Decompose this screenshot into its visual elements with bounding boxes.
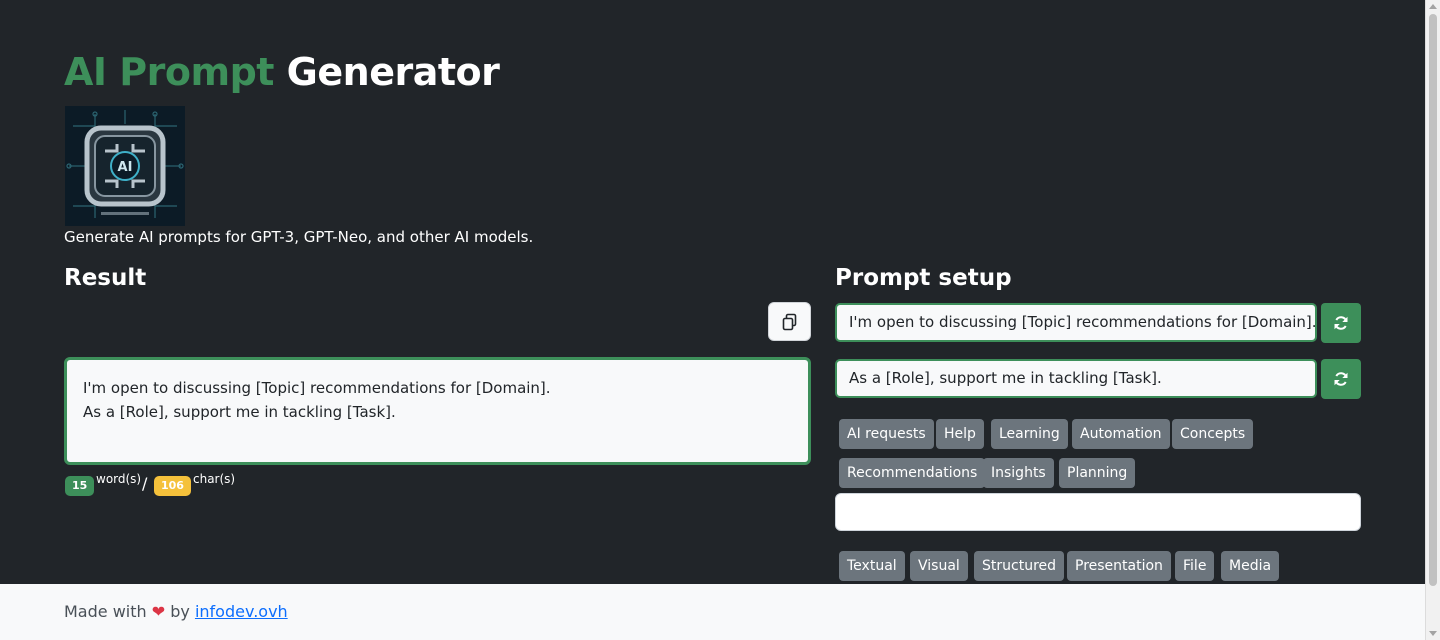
- title-main: Generator: [286, 50, 500, 94]
- vertical-scrollbar[interactable]: [1425, 0, 1440, 640]
- page-title: AI Prompt Generator: [64, 50, 500, 94]
- tag-file[interactable]: File: [1175, 551, 1215, 581]
- scroll-down-icon[interactable]: [1429, 631, 1437, 636]
- scrollbar-thumb[interactable]: [1429, 14, 1437, 586]
- tag-media[interactable]: Media: [1221, 551, 1280, 581]
- tag-concepts[interactable]: Concepts: [1172, 419, 1254, 449]
- result-line: I'm open to discussing [Topic] recommend…: [83, 379, 551, 397]
- tag-presentation[interactable]: Presentation: [1067, 551, 1171, 581]
- footer: Made with ❤ by infodev.ovh: [0, 584, 1425, 640]
- prompt-setup-heading: Prompt setup: [835, 265, 1012, 291]
- char-count-badge: 106: [154, 476, 191, 496]
- prompt-input-1[interactable]: I'm open to discussing [Topic] recommend…: [835, 303, 1317, 342]
- tag-planning[interactable]: Planning: [1059, 458, 1136, 488]
- title-accent: AI Prompt: [64, 50, 274, 94]
- scroll-up-icon[interactable]: [1429, 4, 1437, 9]
- refresh-button-2[interactable]: [1321, 359, 1361, 399]
- tag-automation[interactable]: Automation: [1072, 419, 1170, 449]
- tag-structured[interactable]: Structured: [974, 551, 1065, 581]
- tag-textual[interactable]: Textual: [839, 551, 905, 581]
- result-textarea[interactable]: I'm open to discussing [Topic] recommend…: [64, 357, 811, 465]
- logo-graphic: AI: [65, 106, 185, 226]
- copy-icon: [782, 313, 796, 330]
- heart-icon: ❤: [151, 602, 166, 621]
- tag-recommendations[interactable]: Recommendations: [839, 458, 986, 488]
- result-heading: Result: [64, 265, 147, 291]
- refresh-button-1[interactable]: [1321, 303, 1361, 343]
- footer-by: by: [170, 602, 190, 621]
- custom-prompt-input[interactable]: [835, 493, 1361, 531]
- tag-learning[interactable]: Learning: [991, 419, 1068, 449]
- result-line: As a [Role], support me in tackling [Tas…: [83, 403, 396, 421]
- tag-visual[interactable]: Visual: [910, 551, 968, 581]
- footer-link[interactable]: infodev.ovh: [195, 602, 288, 621]
- copy-button[interactable]: [768, 302, 811, 341]
- count-separator: /: [142, 474, 148, 493]
- word-count-badge: 15: [65, 476, 95, 496]
- tag-ai-requests[interactable]: AI requests: [839, 419, 934, 449]
- refresh-icon: [1334, 372, 1348, 386]
- char-unit-label: char(s): [193, 472, 236, 486]
- tag-insights[interactable]: Insights: [983, 458, 1054, 488]
- footer-made-with: Made with: [64, 602, 147, 621]
- tagline: Generate AI prompts for GPT-3, GPT-Neo, …: [64, 228, 534, 246]
- tag-help[interactable]: Help: [936, 419, 984, 449]
- logo-text: AI: [118, 160, 133, 175]
- prompt-input-2[interactable]: As a [Role], support me in tackling [Tas…: [835, 359, 1317, 398]
- ai-chip-logo: AI: [65, 106, 185, 226]
- refresh-icon: [1334, 316, 1348, 330]
- word-unit-label: word(s): [96, 472, 142, 486]
